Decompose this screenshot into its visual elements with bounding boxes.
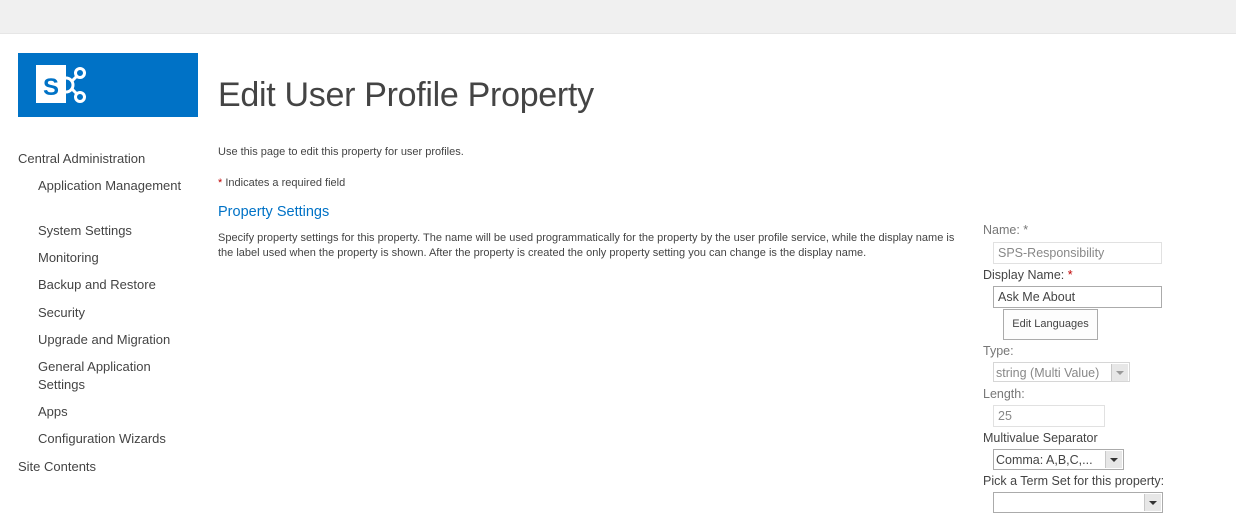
- sharepoint-logo-icon: S: [36, 65, 86, 103]
- edit-languages-button[interactable]: Edit Languages: [1003, 309, 1098, 340]
- suite-bar: [0, 0, 1236, 34]
- chevron-down-icon: [1105, 451, 1122, 468]
- name-label: Name: *: [983, 223, 1029, 237]
- chevron-down-icon: [1111, 364, 1128, 381]
- section-title: Property Settings: [218, 204, 330, 220]
- type-select-value: string (Multi Value): [996, 366, 1100, 380]
- page-title: Edit User Profile Property: [218, 76, 594, 114]
- nav-system-settings[interactable]: System Settings: [38, 222, 188, 240]
- nav-backup-and-restore[interactable]: Backup and Restore: [38, 276, 188, 294]
- nav-application-management[interactable]: Application Management: [38, 177, 188, 195]
- name-field: SPS-Responsibility: [993, 242, 1162, 264]
- nav-site-contents[interactable]: Site Contents: [18, 458, 96, 476]
- display-name-field[interactable]: Ask Me About: [993, 286, 1162, 308]
- nav-monitoring[interactable]: Monitoring: [38, 249, 188, 267]
- display-name-label: Display Name: *: [983, 268, 1073, 282]
- length-field: 25: [993, 405, 1105, 427]
- nav-apps[interactable]: Apps: [38, 403, 188, 421]
- display-name-label-text: Display Name:: [983, 268, 1065, 282]
- term-set-select[interactable]: [993, 492, 1163, 513]
- multivalue-separator-label: Multivalue Separator: [983, 431, 1098, 445]
- type-select: string (Multi Value): [993, 362, 1130, 382]
- required-star: *: [1064, 268, 1073, 282]
- type-label: Type:: [983, 344, 1014, 358]
- chevron-down-icon: [1144, 494, 1161, 511]
- nav-central-administration[interactable]: Central Administration: [18, 150, 145, 168]
- multivalue-separator-value: Comma: A,B,C,...: [996, 453, 1093, 467]
- length-label: Length:: [983, 387, 1025, 401]
- nav-upgrade-and-migration[interactable]: Upgrade and Migration: [38, 331, 188, 349]
- section-description: Specify property settings for this prope…: [218, 232, 955, 259]
- sharepoint-logo[interactable]: S: [18, 53, 198, 117]
- page-description: Use this page to edit this property for …: [218, 146, 464, 158]
- required-field-note: * Indicates a required field: [218, 177, 345, 189]
- required-note-text: Indicates a required field: [222, 177, 346, 189]
- multivalue-separator-select[interactable]: Comma: A,B,C,...: [993, 449, 1124, 470]
- svg-text:S: S: [43, 74, 59, 101]
- nav-security[interactable]: Security: [38, 304, 188, 322]
- nav-configuration-wizards[interactable]: Configuration Wizards: [38, 430, 188, 448]
- nav-general-application-settings[interactable]: General Application Settings: [38, 358, 188, 394]
- term-set-label: Pick a Term Set for this property:: [983, 474, 1165, 488]
